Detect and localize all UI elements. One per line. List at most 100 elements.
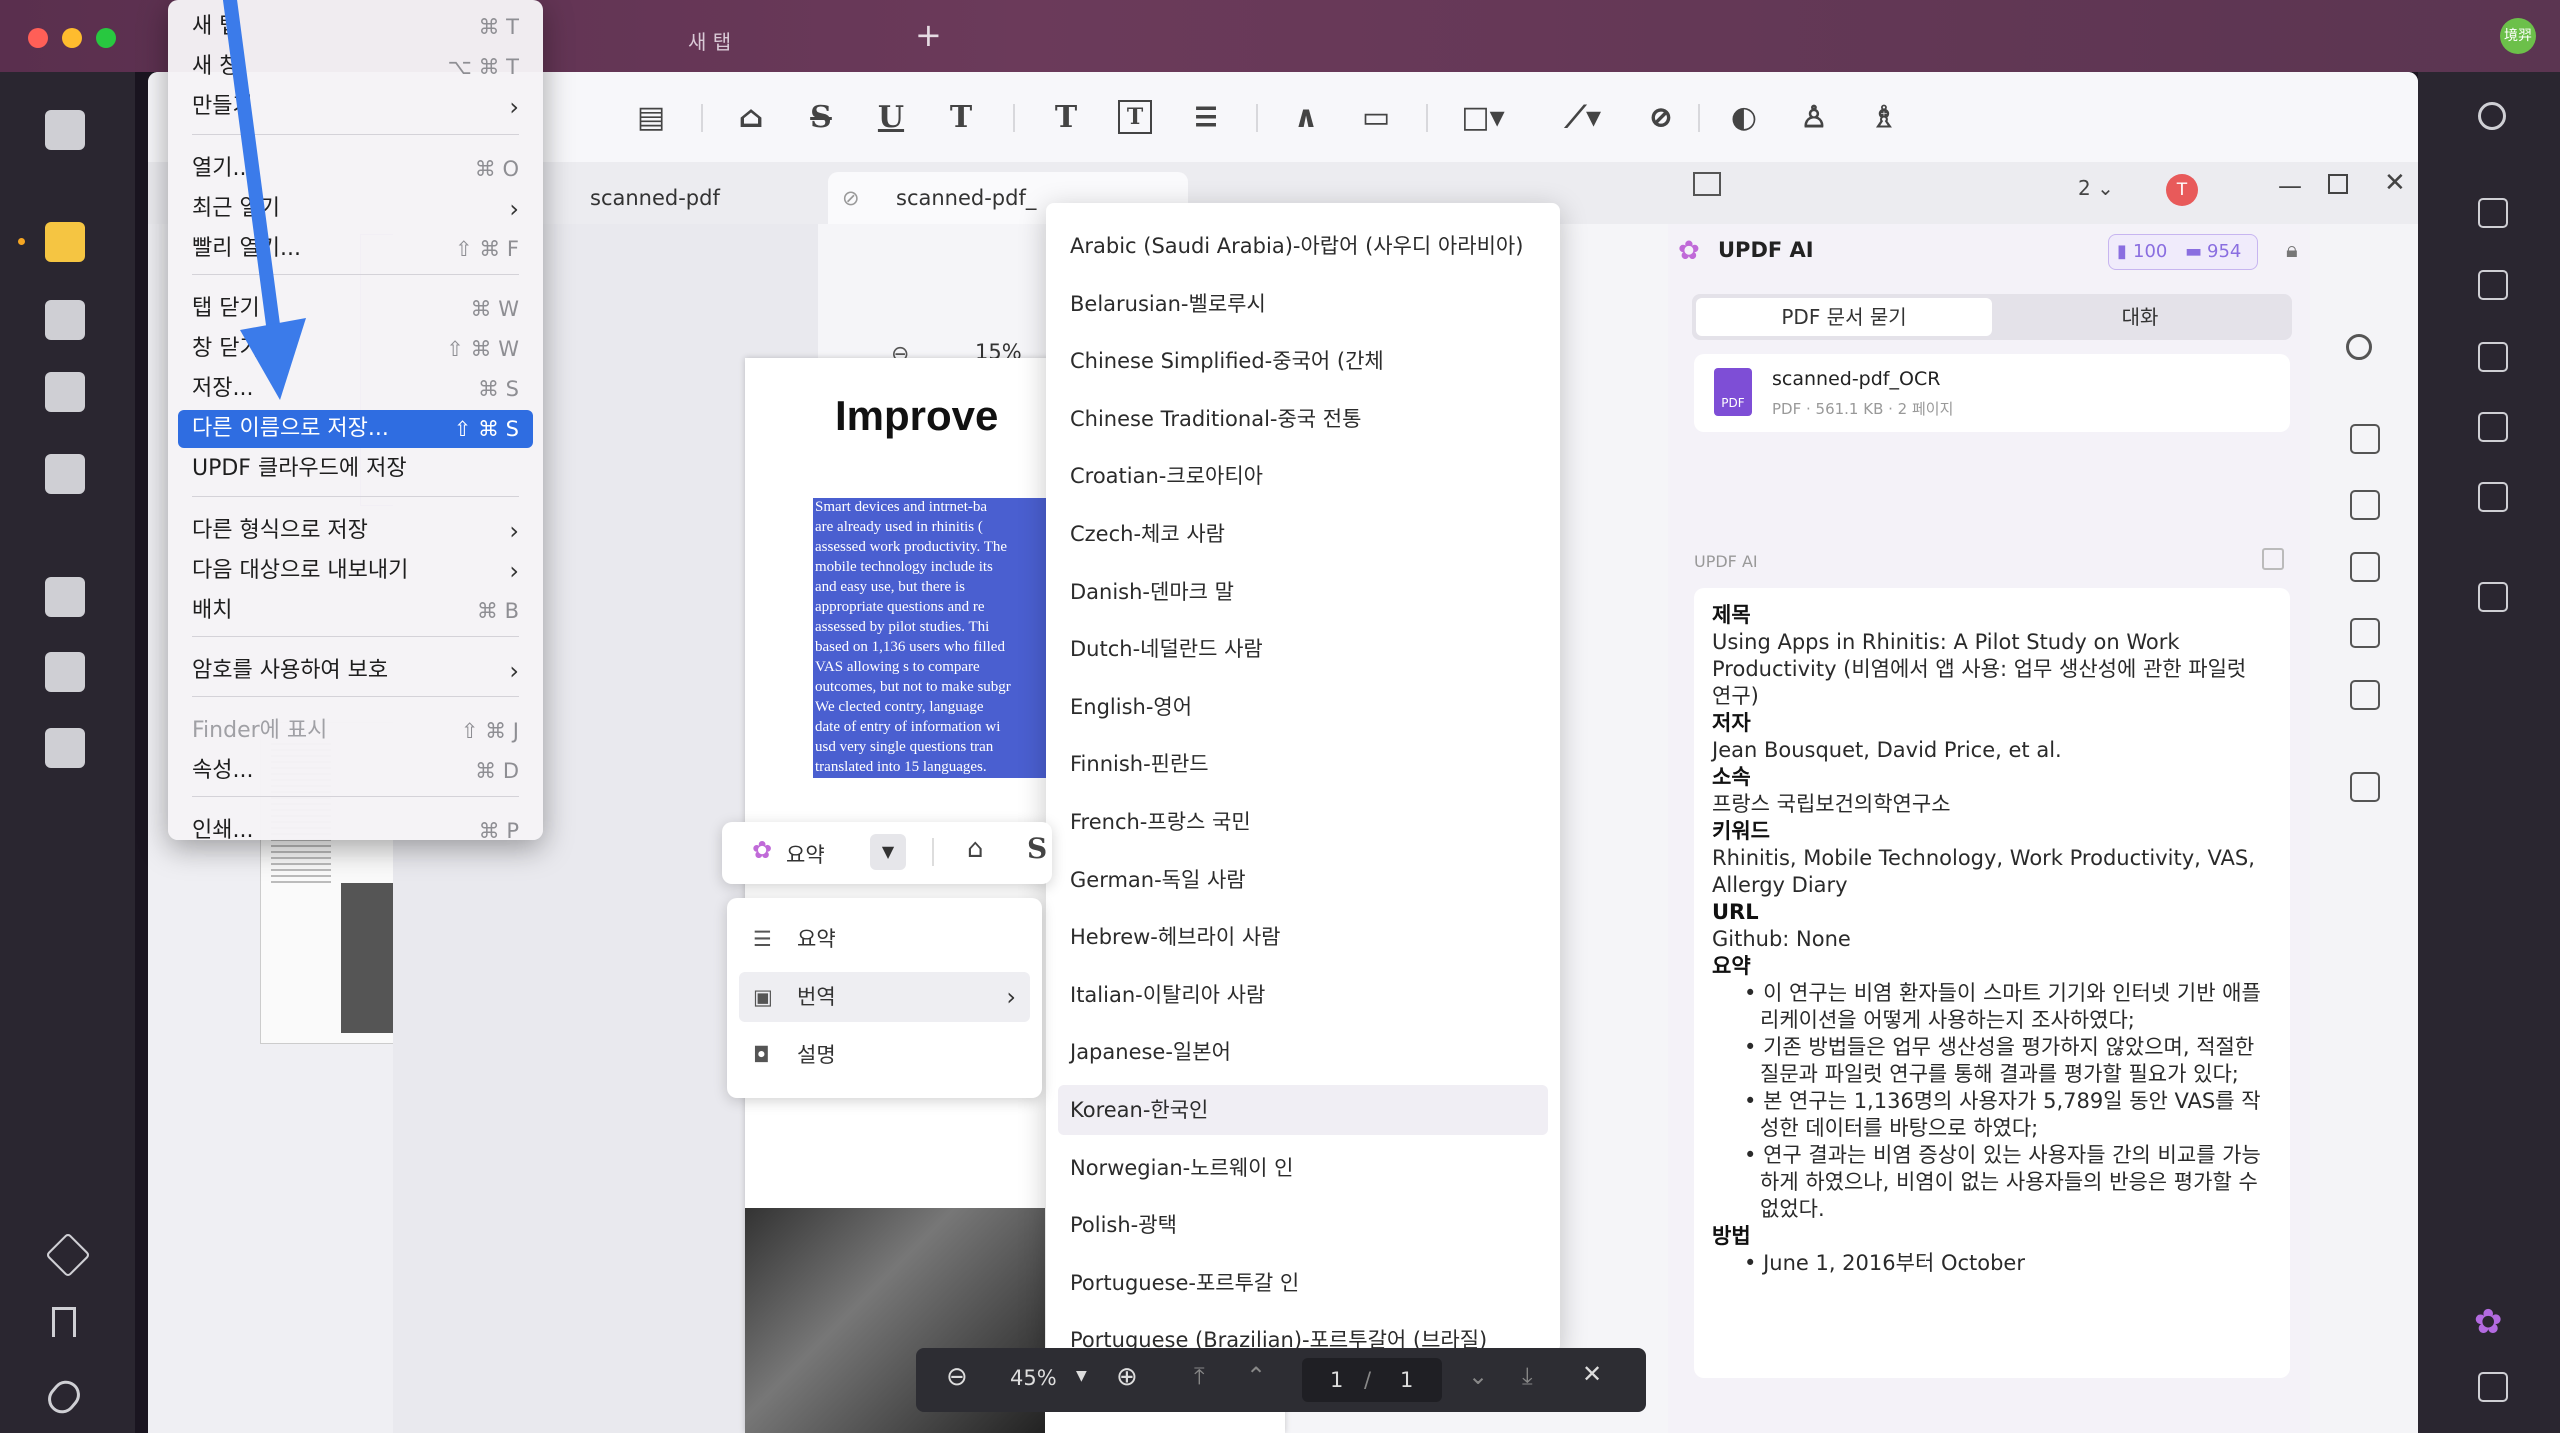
edit-mode-icon[interactable] [45,300,85,340]
language-option[interactable]: Dutch-네덜란드 사람 [1058,624,1548,674]
attachment-icon[interactable]: ⊘ [1643,100,1679,136]
file-menu-item[interactable]: Finder에 표시 ⇧ ⌘ J [178,712,533,750]
language-option[interactable]: Croatian-크로아티아 [1058,451,1548,501]
sticker-icon[interactable]: ◐ [1726,100,1762,136]
zoom-out-icon[interactable]: ⊖ [946,1362,968,1392]
close-window-button[interactable] [28,28,48,48]
language-option[interactable]: Danish-덴마크 말 [1058,567,1548,617]
stamp-icon[interactable]: ♙ [1796,100,1832,136]
next-page-icon[interactable]: ⌄ [1468,1362,1488,1390]
email-icon[interactable] [2478,482,2508,512]
language-option[interactable]: English-영어 [1058,682,1548,732]
bookmark-icon[interactable] [52,1307,76,1337]
user-avatar[interactable]: 境羿 [2500,18,2536,54]
language-option[interactable]: German-독일 사람 [1058,855,1548,905]
form-mode-icon[interactable] [45,372,85,412]
squiggly-icon[interactable]: T [943,100,979,136]
file-menu-item[interactable]: 배치 ⌘ B [178,592,533,630]
shape-icon[interactable]: □▾ [1458,100,1508,136]
email-icon[interactable] [2350,680,2380,710]
layers-icon[interactable] [45,1232,91,1278]
text-callout-icon[interactable]: ☰ [1188,100,1224,136]
language-option[interactable]: Finnish-핀란드 [1058,739,1548,789]
menu-item-explain[interactable]: ◘ 설명 [739,1030,1030,1080]
text-icon[interactable]: T [1048,100,1084,136]
zoom-window-button[interactable] [96,28,116,48]
convert-icon[interactable] [2478,270,2508,300]
save-icon[interactable] [2350,772,2380,802]
save-icon[interactable] [2478,582,2508,612]
language-option[interactable]: Italian-이탈리아 사람 [1058,970,1548,1020]
convert-icon[interactable] [45,728,85,768]
language-option[interactable]: Arabic (Saudi Arabia)-아랍어 (사우디 아라비아) [1058,221,1548,271]
file-menu-item[interactable]: 다른 형식으로 저장 › [178,512,533,550]
share-icon[interactable] [2478,412,2508,442]
zoom-in-icon[interactable]: ⊕ [1116,1362,1138,1392]
protect-pdf-icon[interactable] [2350,552,2380,582]
new-tab-button[interactable]: + [915,16,942,54]
highlighter-icon[interactable]: ⌂ [733,100,769,136]
file-menu-item[interactable]: 속성... ⌘ D [178,752,533,790]
stamp-line-icon[interactable]: ⟋▾ [1558,100,1608,136]
file-menu-item[interactable]: 인쇄... ⌘ P [178,812,533,850]
page-count-dropdown[interactable]: 2 ⌄ [2078,176,2114,200]
language-option[interactable]: Japanese-일본어 [1058,1027,1548,1077]
attachment-icon[interactable] [42,1374,86,1420]
protect-icon[interactable] [2478,342,2508,372]
strikethrough-icon[interactable]: S [1027,832,1047,865]
close-doc-button[interactable]: ✕ [2384,168,2406,198]
language-option[interactable]: Belarusian-벨로루시 [1058,279,1548,329]
underline-icon[interactable]: U [873,100,909,136]
crop-pages-icon[interactable] [45,652,85,692]
textbox-icon[interactable]: T [1118,100,1152,134]
language-option[interactable]: French-프랑스 국민 [1058,797,1548,847]
search-icon[interactable] [2346,334,2372,360]
minimize-window-button[interactable] [62,28,82,48]
ai-credits-badge[interactable]: ▮ 100 ▬ 954 [2108,234,2258,270]
zoom-dropdown-icon[interactable]: ▼ [1076,1368,1087,1384]
eraser-icon[interactable]: ▭ [1358,100,1394,136]
menu-item-translate[interactable]: ▣ 번역 › [739,972,1030,1022]
organize-pages-icon[interactable] [45,577,85,617]
signature-icon[interactable]: ♗ [1866,100,1902,136]
file-menu-item[interactable]: 다음 대상으로 내보내기 › [178,552,533,590]
language-option[interactable]: Chinese Simplified-중국어 (간체 [1058,336,1548,386]
page-input[interactable]: 1 / 1 [1302,1358,1442,1402]
close-nav-icon[interactable]: ✕ [1582,1360,1602,1388]
tab-scanned-pdf[interactable]: scanned-pdf [588,172,828,224]
comment-icon[interactable]: ▤ [633,100,669,136]
menu-item-summarize[interactable]: ☰ 요약 [739,914,1030,964]
updf-ai-icon[interactable]: ✿ [2474,1302,2503,1342]
reading-mode-icon[interactable] [1693,172,1721,196]
file-menu-item[interactable]: 암호를 사용하여 보호 › [178,652,533,690]
last-page-icon[interactable]: ⤓ [1522,1362,1533,1390]
language-option[interactable]: Czech-체코 사람 [1058,509,1548,559]
language-option[interactable]: Chinese Traditional-중국 전통 [1058,394,1548,444]
lock-icon[interactable]: 🔒︎ [2286,238,2298,263]
tab-chat[interactable]: 대화 [1992,298,2288,336]
ai-options-dropdown[interactable]: ▼ [870,834,906,870]
language-option[interactable]: Hebrew-헤브라이 사람 [1058,912,1548,962]
maximize-doc-button[interactable] [2328,174,2348,194]
language-option[interactable]: Korean-한국인 [1058,1085,1548,1135]
language-option[interactable]: Norwegian-노르웨이 인 [1058,1143,1548,1193]
zoom-level[interactable]: 45% [1010,1366,1057,1390]
ocr-icon[interactable] [2350,424,2380,454]
search-icon[interactable] [2478,102,2506,130]
copy-icon[interactable] [2262,548,2284,570]
share-icon[interactable] [2350,618,2380,648]
user-initial-avatar[interactable]: T [2166,174,2198,206]
browser-tab-new[interactable]: 새 탭 [688,26,731,55]
highlighter-icon[interactable]: ⌂ [967,834,984,864]
minimize-doc-button[interactable]: — [2278,172,2302,200]
tab-ask-pdf[interactable]: PDF 문서 묻기 [1696,298,1992,336]
language-option[interactable]: Polish-광택 [1058,1200,1548,1250]
reader-mode-icon[interactable] [45,110,85,150]
first-page-icon[interactable]: ⤒ [1194,1362,1205,1390]
language-option[interactable]: Portuguese-포르투갈 인 [1058,1258,1548,1308]
comments-panel-icon[interactable] [2478,1372,2508,1402]
file-menu-item[interactable]: 다른 이름으로 저장... ⇧ ⌘ S [178,410,533,448]
pencil-icon[interactable]: ∧ [1288,100,1324,136]
ocr-icon[interactable] [2478,198,2508,228]
fill-sign-icon[interactable] [45,454,85,494]
